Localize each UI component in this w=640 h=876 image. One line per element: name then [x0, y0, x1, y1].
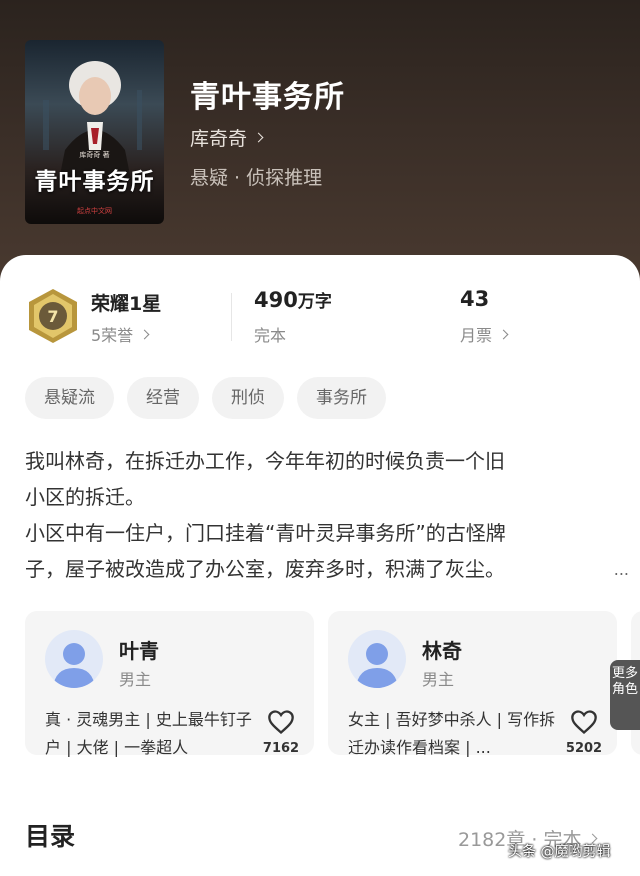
intro-line: 小区的拆迁。: [25, 485, 145, 509]
character-name: 叶青: [119, 639, 159, 663]
book-header: 库奇奇 著 青叶事务所 起点中文网 青叶事务所 库奇奇 悬疑 · 侦探推理: [0, 0, 640, 290]
book-title: 青叶事务所: [190, 80, 345, 115]
book-detail-sheet: 7 荣耀1星 5荣誉 490万字 完本 43 月票 悬疑流 经营 刑侦 事务所 …: [0, 255, 640, 876]
like-button[interactable]: 5202: [564, 709, 604, 756]
character-card[interactable]: 叶青 男主 真 · 灵魂男主 | 史上最牛钉子户 | 大佬 | 一拳超人 716…: [25, 611, 314, 757]
book-cover[interactable]: 库奇奇 著 青叶事务所 起点中文网: [25, 40, 164, 224]
character-list: 叶青 男主 真 · 灵魂男主 | 史上最牛钉子户 | 大佬 | 一拳超人 716…: [25, 611, 640, 757]
stats-row: 7 荣耀1星 5荣誉 490万字 完本 43 月票: [26, 285, 626, 351]
user-silhouette-icon: [53, 643, 95, 688]
intro-line: 小区中有一住户，门口挂着“青叶灵异事务所”的古怪牌: [25, 521, 506, 545]
character-desc: 女主 | 吾好梦中杀人 | 写作拆迁办读作看档案 | ...: [348, 710, 556, 757]
cover-title: 青叶事务所: [34, 169, 155, 195]
book-genre: 悬疑 · 侦探推理: [190, 167, 323, 189]
like-count: 5202: [565, 741, 603, 756]
author-name: 库奇奇: [190, 128, 248, 150]
monthly-votes-count: 43: [460, 287, 490, 311]
intro-line: 我叫林奇，在拆迁办工作，今年年初的时候负责一个旧: [25, 449, 505, 473]
divider: [231, 293, 232, 341]
chevron-right-icon: [139, 329, 150, 339]
character-desc: 真 · 灵魂男主 | 史上最牛钉子户 | 大佬 | 一拳超人: [45, 710, 252, 757]
tag-chip[interactable]: 刑侦: [212, 377, 284, 419]
book-status: 完本: [254, 326, 287, 345]
avatar: [45, 630, 103, 688]
book-intro[interactable]: 我叫林奇，在拆迁办工作，今年年初的时候负责一个旧 小区的拆迁。 小区中有一住户，…: [25, 443, 639, 587]
medal-number: 7: [47, 307, 58, 326]
avatar: [348, 630, 406, 688]
honor-link[interactable]: 5荣誉: [91, 322, 150, 346]
chevron-right-icon: [498, 329, 509, 339]
character-name: 林奇: [422, 639, 462, 663]
like-count: 7162: [262, 741, 300, 756]
rank-title: 荣耀1星: [91, 293, 162, 315]
word-count-unit: 万字: [297, 292, 332, 312]
word-count-value: 490: [254, 288, 298, 312]
tag-chip[interactable]: 事务所: [297, 377, 386, 419]
tag-chip[interactable]: 经营: [127, 377, 199, 419]
more-roles-button[interactable]: 更多角色: [610, 660, 640, 730]
user-silhouette-icon: [356, 643, 398, 688]
author-link[interactable]: 库奇奇: [190, 124, 264, 151]
like-button[interactable]: 7162: [261, 709, 301, 756]
heart-icon: [268, 710, 294, 735]
tag-list: 悬疑流 经营 刑侦 事务所: [25, 377, 386, 419]
expand-intro-button[interactable]: ...: [585, 555, 639, 585]
tag-chip[interactable]: 悬疑流: [25, 377, 114, 419]
monthly-votes-link[interactable]: 月票: [460, 322, 509, 346]
character-role: 男主: [422, 670, 455, 689]
intro-line: 子，屋子被改造成了办公室，废弃多时，积满了灰尘。: [25, 557, 505, 581]
catalog-title: 目录: [25, 822, 76, 851]
heart-icon: [571, 710, 597, 735]
character-card[interactable]: 林奇 男主 女主 | 吾好梦中杀人 | 写作拆迁办读作看档案 | ... 520…: [328, 611, 617, 757]
cover-publisher: 起点中文网: [77, 207, 112, 215]
word-count: 490万字: [254, 287, 332, 312]
honor-count: 5荣誉: [91, 326, 134, 345]
character-role: 男主: [119, 670, 152, 689]
chevron-right-icon: [253, 132, 264, 143]
monthly-votes-label: 月票: [460, 326, 493, 345]
cover-illustration: [43, 61, 142, 180]
watermark: 头条 @魔哟剪辑: [508, 844, 611, 860]
cover-author: 库奇奇 著: [79, 151, 110, 159]
medal-icon: 7: [29, 289, 77, 343]
